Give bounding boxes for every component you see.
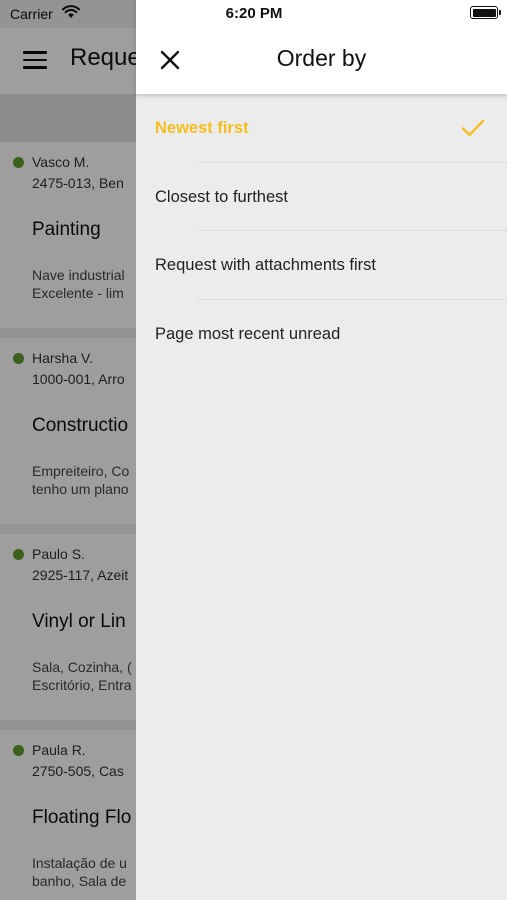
drawer-header: 6:20 PM Order by [136,0,507,94]
sort-option-closest-to-furthest[interactable]: Closest to furthest [136,163,507,231]
battery-icon [470,6,501,19]
sort-option-label: Request with attachments first [155,256,377,274]
checkmark-icon [461,119,485,137]
order-by-drawer: 6:20 PM Order by Newest first Closest to… [136,0,507,900]
sort-option-attachments-first[interactable]: Request with attachments first [136,231,507,300]
sort-option-label: Closest to furthest [155,187,288,206]
sort-options-list: Newest first Closest to furthest Request… [136,94,507,368]
sort-option-newest-first[interactable]: Newest first [136,94,507,163]
status-time: 6:20 PM [225,5,283,22]
drawer-title: Order by [276,45,367,71]
sort-option-label: Newest first [155,119,249,137]
sort-option-most-recent-unread[interactable]: Page most recent unread [136,300,507,369]
sort-option-label: Page most recent unread [155,324,341,343]
